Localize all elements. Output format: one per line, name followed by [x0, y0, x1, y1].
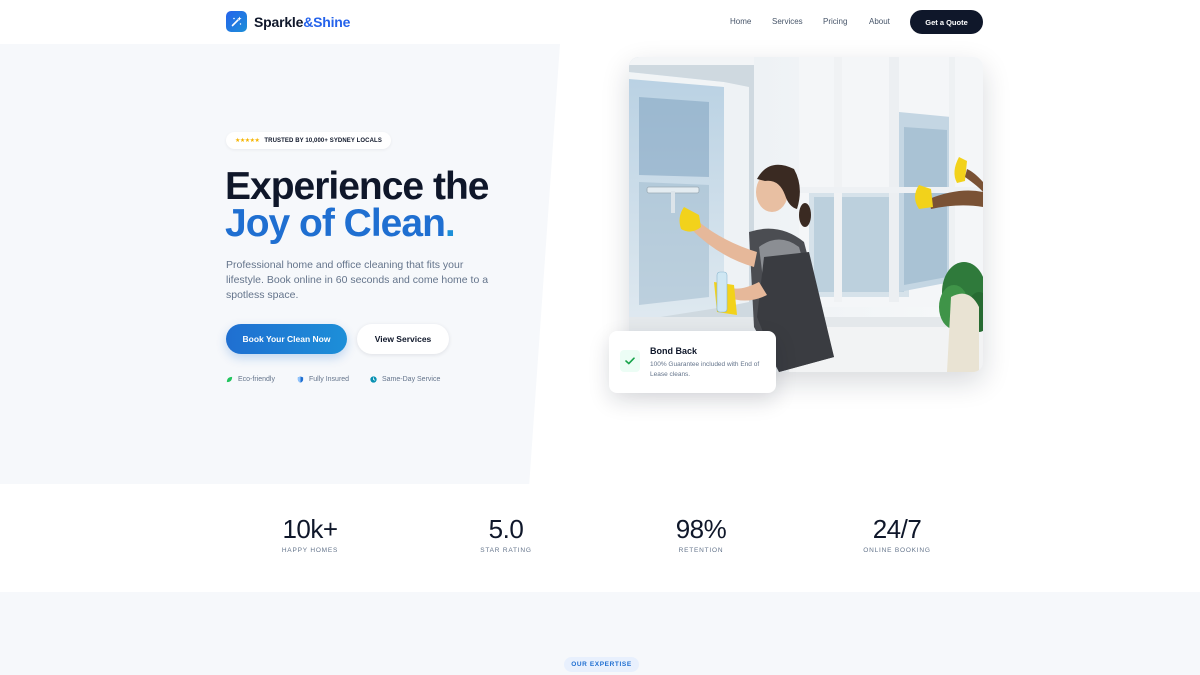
nav-link-pricing[interactable]: Pricing — [823, 17, 847, 26]
book-clean-button[interactable]: Book Your Clean Now — [226, 324, 347, 354]
expertise-eyebrow: OUR EXPERTISE — [564, 657, 639, 672]
bond-back-text: 100% Guarantee included with End of Leas… — [650, 361, 760, 378]
stat-label: HAPPY HOMES — [281, 547, 339, 554]
stat-label: ONLINE BOOKING — [863, 547, 931, 554]
trust-text: TRUSTED BY 10,000+ SYDNEY LOCALS — [264, 137, 382, 144]
feature-eco-friendly: Eco-friendly — [226, 376, 275, 383]
feature-label: Eco-friendly — [238, 376, 275, 383]
brand-logo[interactable]: Sparkle&Shine — [226, 11, 350, 32]
stat-value: 5.0 — [488, 514, 524, 544]
clock-icon — [370, 376, 377, 383]
stat-value: 24/7 — [872, 514, 922, 544]
stat-retention: 98% RETENTION — [621, 513, 781, 554]
sparkle-wand-icon — [226, 11, 247, 32]
feature-same-day: Same-Day Service — [370, 376, 440, 383]
trust-badge: ★★★★★ TRUSTED BY 10,000+ SYDNEY LOCALS — [226, 132, 391, 149]
stat-label: RETENTION — [678, 547, 724, 554]
get-quote-button[interactable]: Get a Quote — [910, 10, 983, 34]
leaf-icon — [226, 376, 233, 383]
stat-value: 98% — [675, 514, 727, 544]
feature-label: Fully Insured — [309, 376, 350, 383]
hero-headline-line2: Joy of Clean. — [225, 202, 456, 246]
bond-back-card: Bond Back 100% Guarantee included with E… — [609, 331, 776, 393]
bond-back-title: Bond Back — [650, 346, 698, 356]
hero-section: ★★★★★ TRUSTED BY 10,000+ SYDNEY LOCALS E… — [0, 44, 1200, 484]
stat-label: STAR RATING — [480, 547, 532, 554]
top-navbar: Sparkle&Shine Home Services Pricing Abou… — [0, 0, 1200, 44]
headline-gradient-text: Joy of Clean — [225, 202, 446, 245]
check-icon — [620, 350, 640, 372]
hero-cleaner-photo — [629, 57, 983, 372]
stat-online-booking: 24/7 ONLINE BOOKING — [817, 513, 977, 554]
hero-lead-text: Professional home and office cleaning th… — [226, 259, 489, 301]
view-services-button[interactable]: View Services — [357, 324, 449, 354]
expertise-section: OUR EXPERTISE — [0, 592, 1200, 675]
brand-name: Sparkle&Shine — [254, 13, 351, 30]
nav-link-about[interactable]: About — [869, 17, 890, 26]
nav-link-services[interactable]: Services — [772, 17, 803, 26]
nav-link-home[interactable]: Home — [730, 17, 751, 26]
shield-icon — [297, 376, 304, 383]
stat-happy-homes: 10k+ HAPPY HOMES — [230, 513, 390, 554]
headline-dot: . — [444, 202, 456, 245]
feature-fully-insured: Fully Insured — [297, 376, 349, 383]
stat-star-rating: 5.0 STAR RATING — [426, 513, 586, 554]
stats-section: 10k+ HAPPY HOMES 5.0 STAR RATING 98% RET… — [0, 484, 1200, 592]
feature-label: Same-Day Service — [382, 376, 441, 383]
stat-value: 10k+ — [282, 514, 338, 544]
star-rating-icons: ★★★★★ — [235, 138, 260, 144]
